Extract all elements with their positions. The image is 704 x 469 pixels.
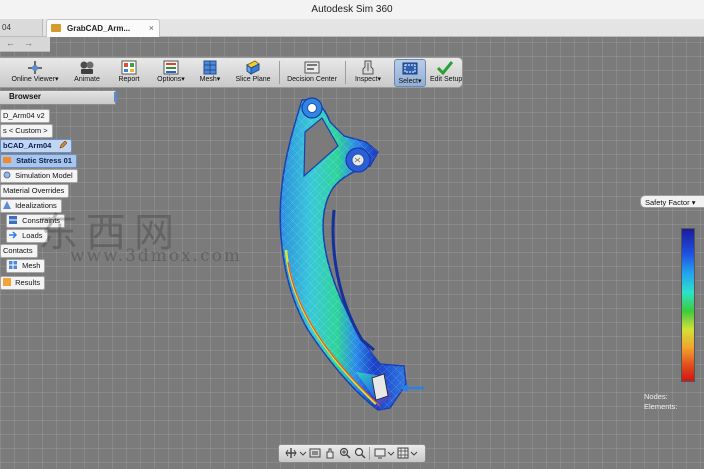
claw-arm-part[interactable] (279, 97, 407, 411)
watermark-url: www.3dmox.com (70, 246, 242, 266)
view-navigation-bar (278, 444, 426, 463)
zoom-window-icon[interactable] (339, 447, 351, 459)
grid-settings-icon[interactable] (397, 447, 409, 459)
color-legend-bar (681, 228, 695, 382)
dropdown-arrow-icon[interactable] (410, 447, 418, 459)
display-settings-icon[interactable] (374, 447, 386, 459)
navbar-separator (369, 447, 370, 460)
result-type-label: Safety Factor (645, 198, 690, 207)
look-at-icon[interactable] (309, 447, 321, 459)
nodes-count-label: Nodes: (644, 392, 668, 401)
dropdown-arrow-icon[interactable] (387, 447, 395, 459)
orbit-icon[interactable] (285, 447, 297, 459)
result-type-dropdown[interactable]: Safety Factor ▾ (640, 195, 704, 208)
zoom-icon[interactable] (354, 447, 366, 459)
dropdown-arrow-icon[interactable] (299, 447, 307, 459)
pan-hand-icon[interactable] (324, 447, 336, 459)
elements-count-label: Elements: (644, 402, 678, 411)
chevron-down-icon: ▾ (691, 198, 696, 207)
